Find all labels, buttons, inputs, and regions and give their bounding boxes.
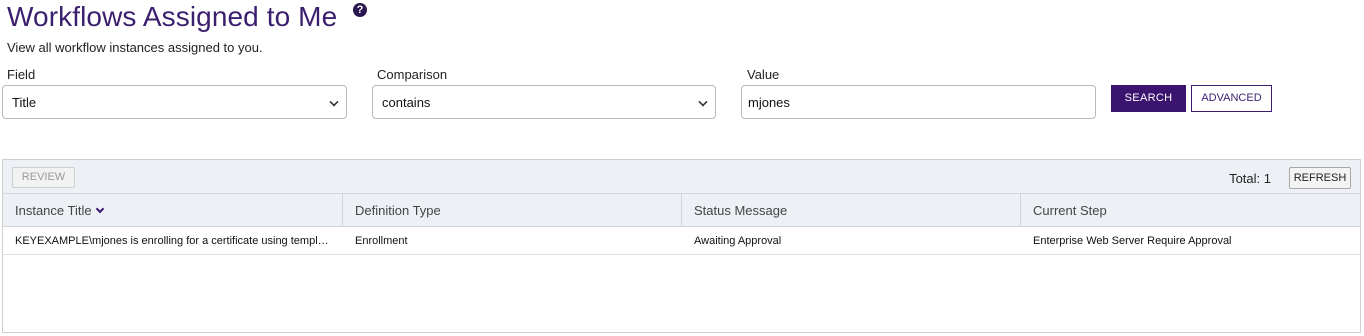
cell-instance-title: KEYEXAMPLE\mjones is enrolling for a cer… — [15, 235, 331, 247]
comparison-label: Comparison — [377, 67, 448, 82]
workflow-grid: REVIEW Total: 1 REFRESH Instance Title D… — [2, 159, 1361, 333]
refresh-button[interactable]: REFRESH — [1289, 167, 1351, 189]
chevron-down-icon — [329, 97, 339, 107]
search-button[interactable]: SEARCH — [1111, 85, 1186, 112]
review-button[interactable]: REVIEW — [12, 167, 75, 188]
chevron-down-icon — [698, 97, 708, 107]
column-header-label: Instance Title — [15, 203, 92, 218]
column-header-instance-title[interactable]: Instance Title — [3, 194, 342, 227]
help-icon[interactable]: ? — [353, 3, 367, 17]
advanced-button[interactable]: ADVANCED — [1191, 85, 1272, 112]
chevron-down-icon — [95, 204, 104, 214]
field-select[interactable]: Title — [2, 85, 347, 119]
cell-definition-type: Enrollment — [355, 235, 408, 247]
field-select-value: Title — [12, 95, 37, 110]
table-row[interactable]: KEYEXAMPLE\mjones is enrolling for a cer… — [3, 227, 1360, 255]
value-label: Value — [747, 67, 780, 82]
total-count: Total: 1 — [1229, 171, 1271, 186]
comparison-select-value: contains — [382, 95, 431, 110]
grid-header: Instance Title Definition Type Status Me… — [3, 194, 1360, 227]
field-label: Field — [7, 67, 36, 82]
column-header-definition-type[interactable]: Definition Type — [342, 194, 681, 227]
value-input[interactable]: mjones — [741, 85, 1096, 119]
grid-toolbar: REVIEW Total: 1 REFRESH — [3, 160, 1360, 194]
column-header-status-message[interactable]: Status Message — [681, 194, 1020, 227]
column-header-current-step[interactable]: Current Step — [1020, 194, 1360, 227]
page-subtitle: View all workflow instances assigned to … — [7, 40, 263, 55]
cell-current-step: Enterprise Web Server Require Approval — [1033, 235, 1232, 247]
cell-status-message: Awaiting Approval — [694, 235, 782, 247]
comparison-select[interactable]: contains — [372, 85, 716, 119]
value-input-text: mjones — [748, 95, 790, 110]
page-title: Workflows Assigned to Me — [7, 1, 338, 32]
